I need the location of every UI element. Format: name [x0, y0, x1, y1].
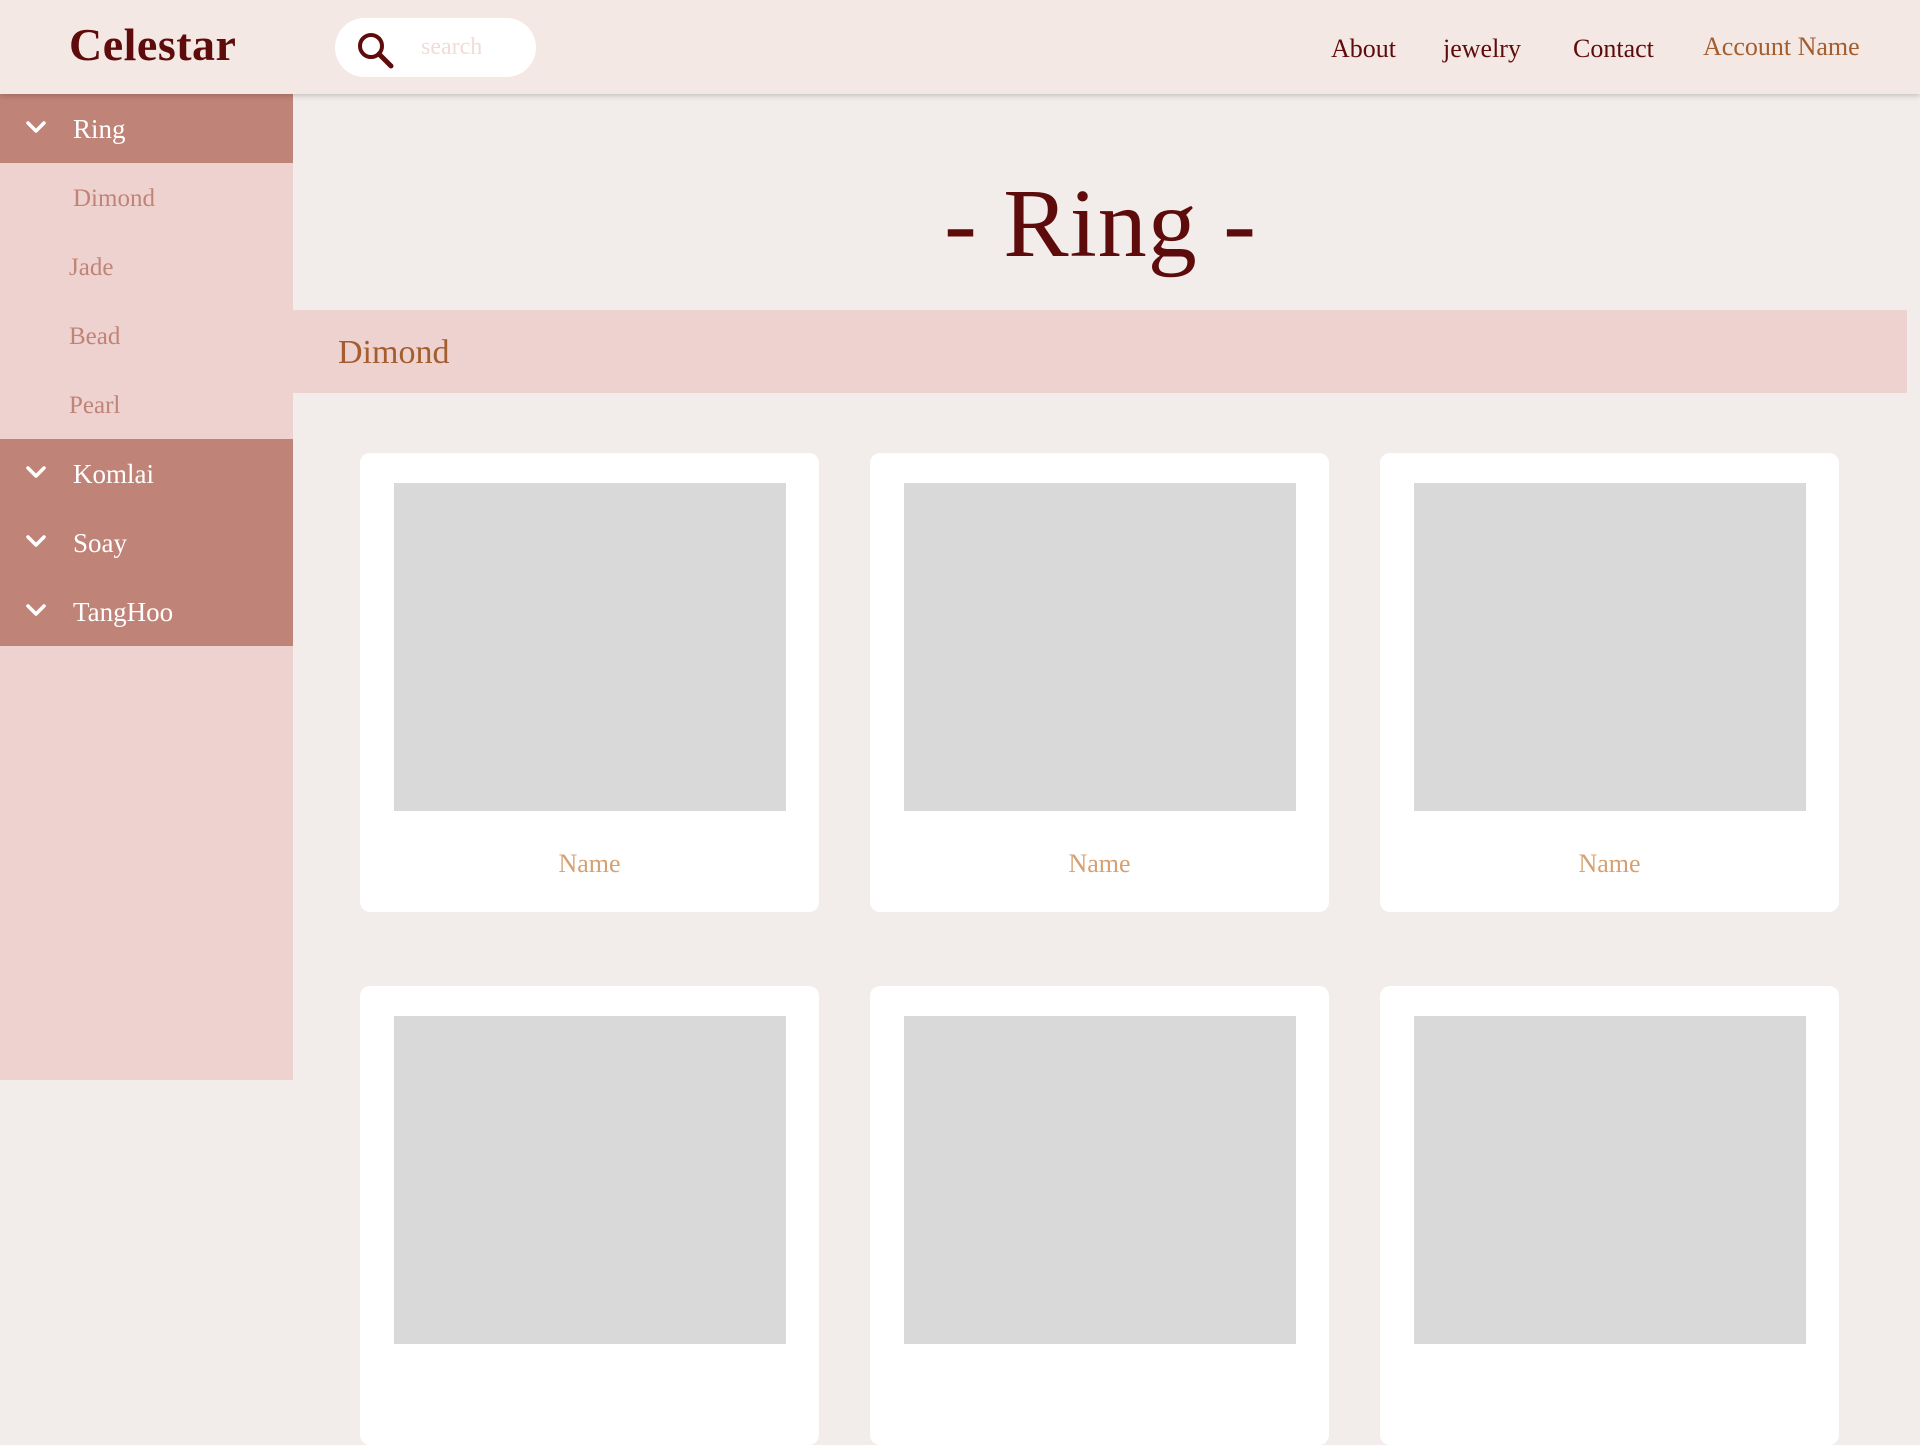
product-image-placeholder	[904, 483, 1296, 811]
sidebar-category-label: TangHoo	[73, 597, 174, 627]
product-image-placeholder	[1414, 1016, 1806, 1344]
product-image-placeholder	[394, 483, 786, 811]
sidebar-item-dimond[interactable]: Dimond	[0, 163, 293, 232]
top-header: Celestar About jewelry Contact Account N…	[0, 0, 1920, 94]
sidebar-category-label: Komlai	[73, 459, 154, 489]
sidebar-category-ring[interactable]: Ring	[0, 94, 293, 163]
sidebar-category-tanghoo[interactable]: TangHoo	[0, 577, 293, 646]
product-card[interactable]	[1380, 986, 1839, 1445]
chevron-down-icon[interactable]	[25, 461, 47, 483]
product-card[interactable]	[360, 986, 819, 1445]
sidebar-category-komlai[interactable]: Komlai	[0, 439, 293, 508]
page-title: - Ring -	[944, 170, 1257, 278]
product-card[interactable]	[870, 986, 1329, 1445]
search-input[interactable]	[421, 32, 521, 62]
product-image-placeholder	[394, 1016, 786, 1344]
nav-contact[interactable]: Contact	[1573, 34, 1654, 64]
chevron-down-icon[interactable]	[25, 530, 47, 552]
search-icon[interactable]	[355, 30, 395, 70]
product-name: Name	[1578, 849, 1641, 878]
sidebar-category-label: Soay	[73, 528, 127, 558]
account-name-link[interactable]: Account Name	[1703, 32, 1860, 62]
sidebar-item-label: Jade	[69, 254, 114, 281]
product-card[interactable]: Name	[360, 453, 819, 912]
product-image-placeholder	[904, 1016, 1296, 1344]
section-header: Dimond	[293, 310, 1907, 393]
sidebar-item-pearl[interactable]: Pearl	[0, 370, 293, 439]
category-sidebar: Ring Dimond Jade Bead Pearl Komlai Soay …	[0, 94, 293, 1080]
chevron-down-icon[interactable]	[25, 116, 47, 138]
section-title: Dimond	[338, 334, 450, 371]
sidebar-item-bead[interactable]: Bead	[0, 301, 293, 370]
product-name: Name	[558, 849, 621, 878]
product-card[interactable]: Name	[1380, 453, 1839, 912]
search-bar[interactable]	[335, 18, 536, 77]
sidebar-category-label: Ring	[73, 114, 126, 144]
sidebar-item-label: Dimond	[73, 185, 155, 212]
sidebar-category-soay[interactable]: Soay	[0, 508, 293, 577]
chevron-down-icon[interactable]	[25, 599, 47, 621]
sidebar-item-label: Pearl	[69, 392, 121, 419]
product-image-placeholder	[1414, 483, 1806, 811]
brand-logo[interactable]: Celestar	[69, 18, 236, 71]
sidebar-item-label: Bead	[69, 323, 121, 350]
product-name: Name	[1068, 849, 1131, 878]
nav-about[interactable]: About	[1331, 34, 1396, 64]
product-card[interactable]: Name	[870, 453, 1329, 912]
sidebar-item-jade[interactable]: Jade	[0, 232, 293, 301]
nav-jewelry[interactable]: jewelry	[1443, 34, 1521, 64]
